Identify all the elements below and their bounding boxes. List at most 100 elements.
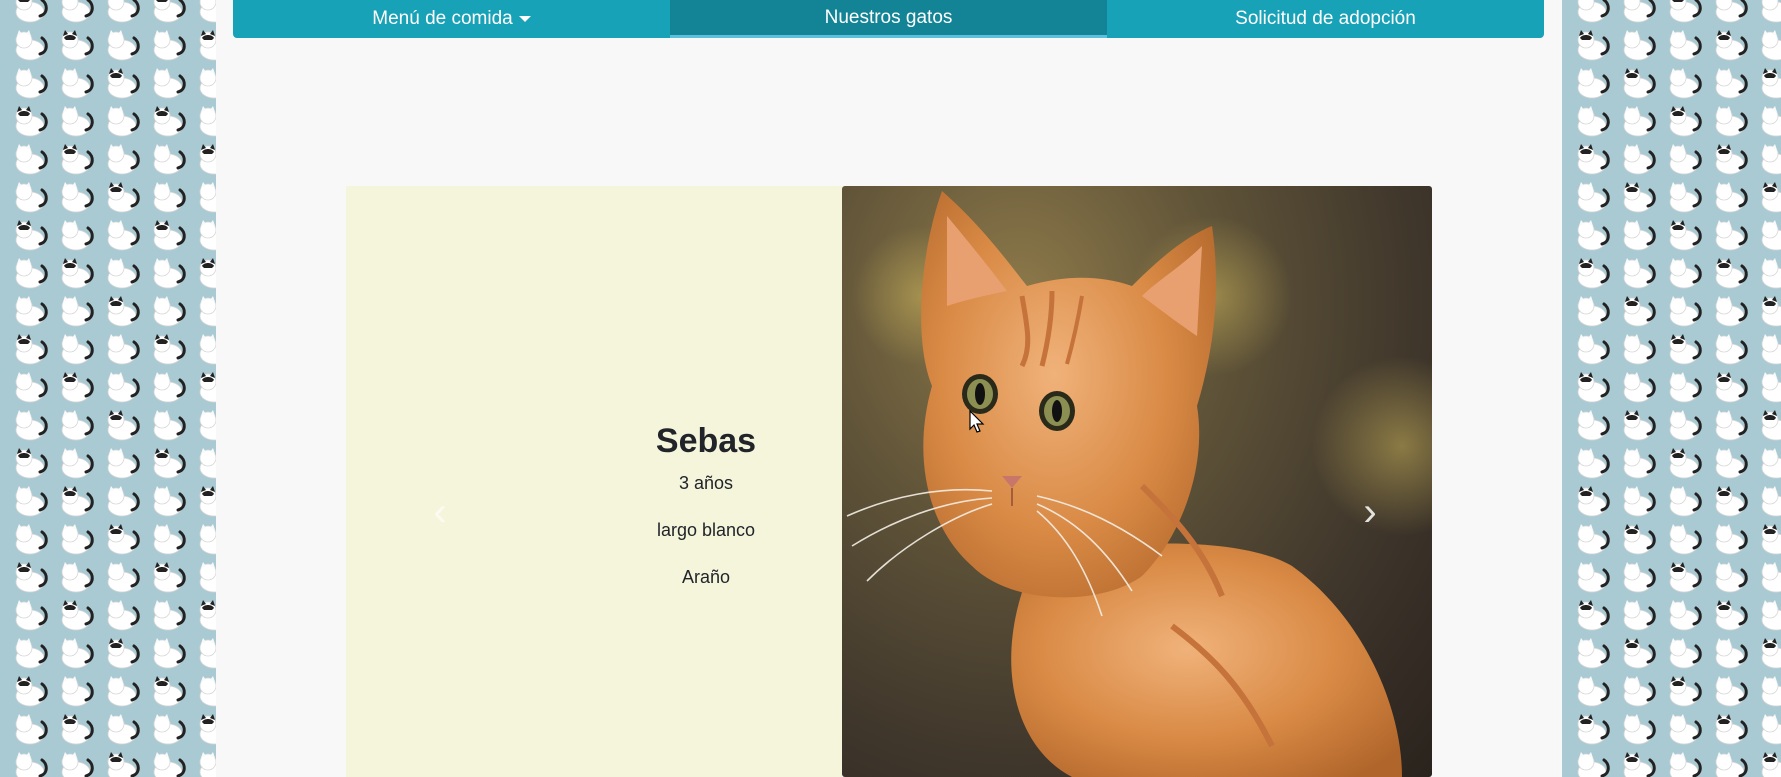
pattern-cat-icon [1572,674,1612,708]
pattern-cat-icon [1710,332,1750,366]
pattern-cat-icon [102,712,142,746]
nav-our-cats[interactable]: Nuestros gatos [670,0,1107,38]
pattern-cat-icon [102,66,142,100]
pattern-cat-icon [1710,674,1750,708]
pattern-cat-icon [1618,142,1658,176]
orange-cat-illustration [846,191,1432,777]
right-pattern-background [1562,0,1781,777]
pattern-cat-icon [1572,66,1612,100]
pattern-cat-icon [148,66,188,100]
pattern-cat-icon [1572,256,1612,290]
pattern-cat-icon [1664,598,1704,632]
carousel-next-button[interactable]: › [1350,482,1390,542]
pattern-cat-icon [148,522,188,556]
pattern-cat-icon [1572,142,1612,176]
pattern-cat-icon [10,370,50,404]
pattern-cat-icon [1710,636,1750,670]
pattern-cat-icon [1756,674,1781,708]
pattern-cat-icon [194,142,216,176]
pattern-cat-icon [194,180,216,214]
pattern-cat-icon [102,484,142,518]
cat-name: Sebas [655,422,757,460]
pattern-cat-icon [1756,66,1781,100]
pattern-cat-icon [56,598,96,632]
pattern-cat-icon [148,484,188,518]
pattern-cat-icon [1618,332,1658,366]
pattern-cat-icon [1664,104,1704,138]
pattern-cat-icon [56,370,96,404]
mouse-cursor-icon [969,410,985,433]
pattern-cat-icon [1710,370,1750,404]
pattern-cat-icon [1664,256,1704,290]
pattern-cat-icon [1664,294,1704,328]
pattern-cat-icon [148,560,188,594]
pattern-cat-icon [56,446,96,480]
nav-food-menu-dropdown[interactable]: Menú de comida [233,0,670,38]
pattern-cat-icon [1618,0,1658,24]
pattern-cat-icon [10,484,50,518]
pattern-cat-icon [1572,598,1612,632]
pattern-cat-icon [1664,0,1704,24]
pattern-cat-icon [56,484,96,518]
pattern-cat-icon [102,636,142,670]
pattern-cat-icon [1710,446,1750,480]
nav-adoption-request[interactable]: Solicitud de adopción [1107,0,1544,38]
pattern-cat-icon [148,294,188,328]
chevron-left-icon: ‹ [433,489,447,534]
pattern-cat-icon [148,0,188,24]
pattern-cat-icon [56,560,96,594]
pattern-cat-icon [1618,180,1658,214]
pattern-cat-icon [56,256,96,290]
pattern-cat-icon [56,636,96,670]
pattern-cat-icon [148,104,188,138]
pattern-cat-icon [56,104,96,138]
pattern-cat-icon [148,598,188,632]
pattern-cat-icon [1572,560,1612,594]
pattern-cat-icon [56,522,96,556]
pattern-cat-icon [1710,142,1750,176]
pattern-cat-icon [1618,370,1658,404]
cat-age: 3 años [678,473,734,493]
cat-fur: largo blanco [656,520,756,540]
pattern-cat-icon [1572,28,1612,62]
pattern-cat-icon [1710,560,1750,594]
pattern-cat-icon [194,674,216,708]
pattern-cat-icon [10,636,50,670]
pattern-cat-icon [148,180,188,214]
pattern-cat-icon [1664,636,1704,670]
pattern-cat-icon [1572,712,1612,746]
pattern-cat-icon [1618,28,1658,62]
pattern-cat-icon [10,446,50,480]
pattern-cat-icon [1572,636,1612,670]
pattern-cat-icon [1618,560,1658,594]
pattern-cat-icon [1756,370,1781,404]
pattern-cat-icon [1572,218,1612,252]
pattern-cat-icon [194,256,216,290]
pattern-cat-icon [1664,484,1704,518]
pattern-cat-icon [1572,446,1612,480]
pattern-cat-icon [10,332,50,366]
pattern-cat-icon [10,674,50,708]
cat-photo [842,186,1432,777]
pattern-cat-icon [1664,66,1704,100]
pattern-cat-icon [1618,636,1658,670]
pattern-cat-icon [1572,294,1612,328]
pattern-cat-icon [148,256,188,290]
pattern-cat-icon [56,180,96,214]
pattern-cat-icon [1756,256,1781,290]
pattern-cat-icon [148,408,188,442]
pattern-cat-icon [1756,446,1781,480]
pattern-cat-icon [194,598,216,632]
pattern-cat-icon [194,218,216,252]
pattern-cat-icon [1710,408,1750,442]
pattern-cat-icon [194,104,216,138]
pattern-cat-icon [1618,66,1658,100]
pattern-cat-icon [102,522,142,556]
pattern-cat-icon [102,750,142,777]
carousel-prev-button[interactable]: ‹ [420,482,460,542]
pattern-cat-icon [1572,0,1612,24]
pattern-cat-icon [148,446,188,480]
pattern-cat-icon [1710,256,1750,290]
pattern-cat-icon [102,104,142,138]
pattern-cat-icon [1710,180,1750,214]
